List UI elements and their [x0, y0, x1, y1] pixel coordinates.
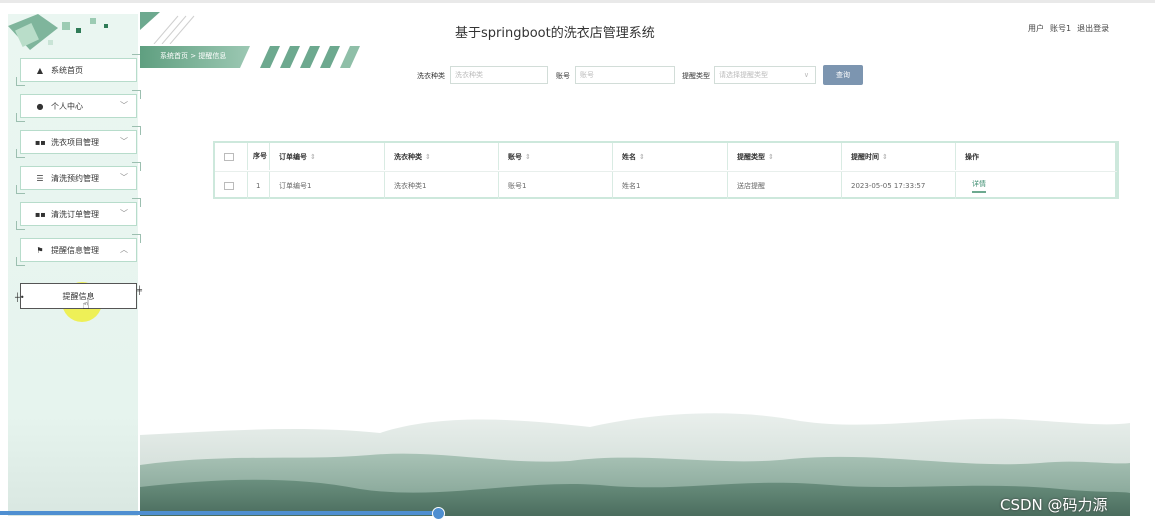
- header-decoration: [140, 12, 195, 44]
- user-role-label: 用户: [1028, 24, 1044, 33]
- watermark: CSDN @码力源: [1000, 496, 1108, 514]
- search-label-account: 账号: [556, 72, 570, 80]
- sidebar-item-label: 系统首页: [51, 65, 83, 75]
- hand-cursor-icon: ☝: [82, 298, 90, 313]
- sort-icon: ⇕: [525, 152, 531, 161]
- column-header-account[interactable]: 账号 ⇕: [499, 143, 613, 170]
- sidebar-item-label: 个人中心: [51, 101, 83, 111]
- sidebar-item-label: 洗衣项目管理: [51, 137, 99, 147]
- sidebar-item-personal-center[interactable]: ● 个人中心 ﹀: [16, 90, 141, 122]
- account-input[interactable]: 账号: [575, 66, 675, 84]
- column-header-label: 提醒类型: [737, 152, 765, 161]
- query-button[interactable]: 查询: [823, 65, 863, 85]
- cell-index: 1: [248, 172, 270, 199]
- column-header-label: 账号: [508, 152, 522, 161]
- sidebar-item-home[interactable]: ▲ 系统首页: [16, 54, 141, 86]
- logo-art: [8, 14, 108, 50]
- column-header-label: 提醒时间: [851, 152, 879, 161]
- sidebar-item-label: 清洗订单管理: [51, 209, 99, 219]
- decor-arrow-left-icon: ┼•: [15, 293, 25, 302]
- sidebar: ▲ 系统首页 ● 个人中心 ﹀ ▪▪ 洗衣项目管理 ﹀ ☰ 清洗预约管理 ﹀ ▪…: [8, 14, 142, 516]
- chevron-down-icon: ﹀: [120, 209, 128, 218]
- home-icon: ▲: [36, 65, 44, 75]
- user-info: 用户 账号1 退出登录: [1028, 23, 1115, 34]
- column-header-reminder-time[interactable]: 提醒时间 ⇕: [842, 143, 956, 170]
- breadcrumb: 系统首页 > 提醒信息: [160, 52, 227, 60]
- column-header-order-no[interactable]: 订单编号 ⇕: [270, 143, 385, 170]
- logout-link[interactable]: 退出登录: [1077, 24, 1109, 33]
- cell-action: 详情: [956, 172, 1117, 199]
- decor-arrow-right-icon: ╪: [137, 286, 142, 295]
- column-header-label: 订单编号: [279, 152, 307, 161]
- cell-order-no: 订单编号1: [270, 172, 385, 199]
- column-header-label: 洗衣种类: [394, 152, 422, 161]
- cell-reminder-time: 2023-05-05 17:33:57: [842, 172, 956, 199]
- detail-button[interactable]: 详情: [972, 179, 986, 193]
- column-header-reminder-type[interactable]: 提醒类型 ⇕: [728, 143, 842, 170]
- grid-icon: ▪▪: [35, 209, 46, 219]
- search-label-laundry-type: 洗衣种类: [417, 72, 445, 80]
- column-header-laundry-type[interactable]: 洗衣种类 ⇕: [385, 143, 499, 170]
- sidebar-item-cleaning-appointment[interactable]: ☰ 清洗预约管理 ﹀: [16, 162, 141, 194]
- table-header-row: 序号 订单编号 ⇕ 洗衣种类 ⇕ 账号 ⇕ 姓名 ⇕ 提醒类型 ⇕ 提醒时间 ⇕ 操作: [215, 143, 1117, 170]
- sidebar-item-label: 清洗预约管理: [51, 173, 99, 183]
- user-icon: ●: [36, 101, 44, 111]
- laundry-type-input[interactable]: 洗衣种类: [450, 66, 548, 84]
- row-checkbox[interactable]: [215, 172, 248, 199]
- sidebar-item-cleaning-order[interactable]: ▪▪ 清洗订单管理 ﹀: [16, 198, 141, 230]
- column-header-action: 操作: [965, 152, 979, 161]
- flag-icon: ⚑: [36, 245, 44, 255]
- column-header-label: 姓名: [622, 152, 636, 161]
- username: 账号1: [1050, 24, 1072, 33]
- sort-icon: ⇕: [425, 152, 431, 161]
- sidebar-item-laundry-project[interactable]: ▪▪ 洗衣项目管理 ﹀: [16, 126, 141, 158]
- sidebar-subitem-reminder-info[interactable]: ┼• 提醒信息 ╪: [15, 283, 142, 309]
- system-title: 基于springboot的洗衣店管理系统: [455, 26, 655, 41]
- checkbox-icon: [224, 152, 234, 161]
- list-icon: ☰: [36, 173, 44, 183]
- grid-icon: ▪▪: [35, 137, 46, 147]
- chevron-down-icon: ∨: [803, 71, 809, 79]
- reminder-table: 序号 订单编号 ⇕ 洗衣种类 ⇕ 账号 ⇕ 姓名 ⇕ 提醒类型 ⇕ 提醒时间 ⇕ 操作 1 …: [213, 141, 1119, 199]
- sidebar-item-reminder-management[interactable]: ⚑ 提醒信息管理 ︿: [16, 234, 141, 266]
- chevron-down-icon: ﹀: [120, 137, 128, 146]
- chevron-down-icon: ﹀: [120, 101, 128, 110]
- video-progress-knob[interactable]: [432, 507, 445, 520]
- search-label-reminder-type: 提醒类型: [682, 72, 710, 80]
- reminder-type-select[interactable]: 请选择提醒类型 ∨: [714, 66, 816, 84]
- top-border: [0, 0, 1155, 3]
- table-row: 1 订单编号1 洗衣种类1 账号1 姓名1 送店提醒 2023-05-05 17…: [215, 171, 1117, 199]
- select-all-checkbox[interactable]: [215, 143, 248, 170]
- video-progress-bar[interactable]: [0, 511, 438, 515]
- checkbox-icon: [224, 181, 234, 190]
- sort-icon: ⇕: [639, 152, 645, 161]
- mountain-landscape: [140, 413, 1130, 516]
- sort-icon: ⇕: [768, 152, 774, 161]
- chevron-down-icon: ﹀: [120, 173, 128, 182]
- sort-icon: ⇕: [882, 152, 888, 161]
- reminder-type-placeholder: 请选择提醒类型: [719, 71, 768, 79]
- cell-account: 账号1: [499, 172, 613, 199]
- column-header-name[interactable]: 姓名 ⇕: [613, 143, 728, 170]
- column-header-index: 序号: [248, 143, 270, 170]
- sort-icon: ⇕: [310, 152, 316, 161]
- chevron-up-icon: ︿: [120, 245, 128, 254]
- cell-laundry-type: 洗衣种类1: [385, 172, 499, 199]
- cell-reminder-type: 送店提醒: [728, 172, 842, 199]
- sidebar-item-label: 提醒信息管理: [51, 245, 99, 255]
- cell-name: 姓名1: [613, 172, 728, 199]
